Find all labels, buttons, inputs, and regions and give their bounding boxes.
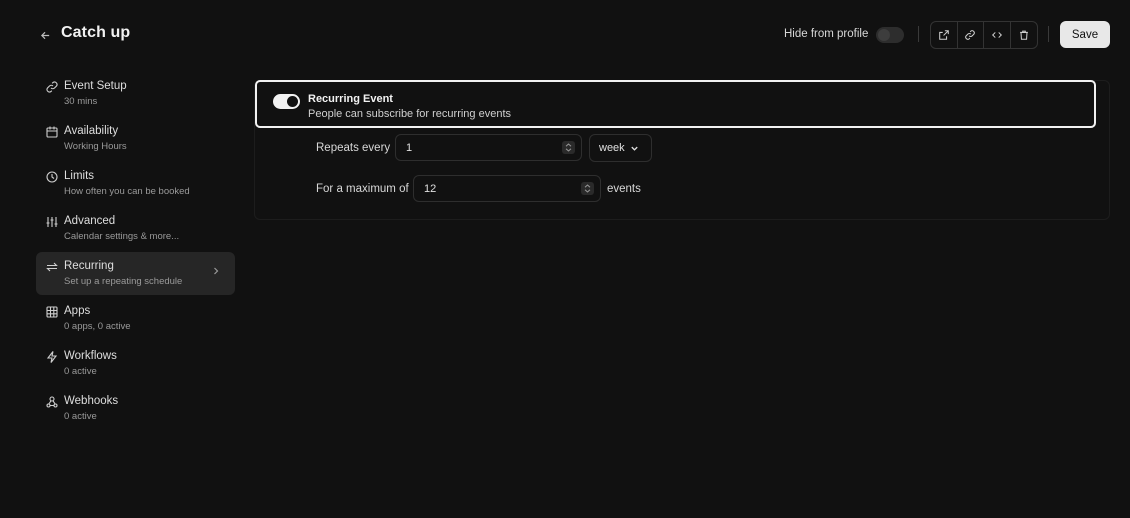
sidebar-item-subtitle: 30 mins bbox=[64, 96, 98, 107]
toggle-knob bbox=[287, 96, 298, 107]
recurring-event-toggle[interactable] bbox=[273, 94, 300, 109]
divider bbox=[1048, 26, 1049, 42]
sidebar-item-subtitle: Working Hours bbox=[64, 141, 127, 152]
sidebar-item-advanced[interactable]: Advanced Calendar settings & more... bbox=[36, 207, 235, 250]
repeats-every-value: 1 bbox=[406, 141, 413, 154]
sliders-icon bbox=[46, 217, 58, 227]
clock-icon bbox=[46, 171, 58, 183]
sidebar-item-subtitle: 0 active bbox=[64, 366, 97, 377]
arrow-left-icon bbox=[40, 31, 49, 39]
sidebar-item-availability[interactable]: Availability Working Hours bbox=[36, 117, 235, 160]
repeats-every-label: Repeats every bbox=[316, 142, 391, 154]
frequency-select[interactable]: week bbox=[589, 134, 652, 162]
sidebar-item-subtitle: 0 active bbox=[64, 411, 97, 422]
repeats-stepper[interactable] bbox=[562, 141, 575, 154]
sidebar: Event Setup 30 mins Availability Working… bbox=[36, 72, 235, 432]
chevron-down-icon bbox=[631, 146, 638, 151]
hide-from-profile-label: Hide from profile bbox=[784, 28, 869, 40]
zap-icon bbox=[46, 351, 58, 363]
hide-from-profile-toggle[interactable] bbox=[876, 27, 904, 43]
external-link-icon bbox=[938, 30, 949, 40]
page-title: Catch up bbox=[61, 24, 131, 41]
frequency-value: week bbox=[599, 142, 625, 154]
recurring-event-description: People can subscribe for recurring event… bbox=[308, 108, 511, 120]
sidebar-item-label: Workflows bbox=[64, 350, 117, 362]
sidebar-item-limits[interactable]: Limits How often you can be booked bbox=[36, 162, 235, 205]
divider bbox=[918, 26, 919, 42]
sidebar-item-workflows[interactable]: Workflows 0 active bbox=[36, 342, 235, 385]
sidebar-item-label: Advanced bbox=[64, 215, 116, 227]
maximum-events-value: 12 bbox=[424, 182, 437, 195]
save-button[interactable]: Save bbox=[1060, 21, 1110, 48]
sidebar-item-subtitle: How often you can be booked bbox=[64, 186, 190, 197]
trash-icon bbox=[1019, 30, 1028, 40]
sidebar-item-label: Webhooks bbox=[64, 395, 119, 407]
webhook-icon bbox=[46, 396, 58, 408]
embed-button[interactable] bbox=[984, 22, 1011, 48]
maximum-label: For a maximum of bbox=[316, 183, 409, 195]
sidebar-item-apps[interactable]: Apps 0 apps, 0 active bbox=[36, 297, 235, 340]
sidebar-item-event-setup[interactable]: Event Setup 30 mins bbox=[36, 72, 235, 115]
chevron-up-down-icon bbox=[584, 184, 591, 193]
sidebar-item-subtitle: 0 apps, 0 active bbox=[64, 321, 131, 332]
sidebar-item-subtitle: Calendar settings & more... bbox=[64, 231, 180, 242]
repeat-icon bbox=[46, 262, 58, 272]
grid-icon bbox=[46, 306, 58, 318]
copy-link-button[interactable] bbox=[958, 22, 984, 48]
sidebar-item-subtitle: Set up a repeating schedule bbox=[64, 276, 183, 287]
sidebar-item-label: Availability bbox=[64, 125, 119, 137]
sidebar-item-label: Recurring bbox=[64, 260, 114, 272]
chevron-up-down-icon bbox=[565, 143, 572, 152]
recurring-event-title: Recurring Event bbox=[308, 93, 393, 105]
events-label: events bbox=[607, 183, 641, 195]
code-icon bbox=[991, 32, 1002, 38]
recurring-event-card: Recurring Event People can subscribe for… bbox=[255, 80, 1096, 128]
link-icon bbox=[965, 30, 976, 40]
delete-button[interactable] bbox=[1011, 22, 1037, 48]
event-actions-group bbox=[930, 21, 1038, 49]
sidebar-item-recurring[interactable]: Recurring Set up a repeating schedule bbox=[36, 252, 235, 295]
chevron-right-icon bbox=[214, 267, 219, 275]
link-icon bbox=[46, 81, 58, 93]
sidebar-item-webhooks[interactable]: Webhooks 0 active bbox=[36, 387, 235, 430]
sidebar-item-label: Apps bbox=[64, 305, 91, 317]
preview-button[interactable] bbox=[931, 22, 958, 48]
toggle-knob bbox=[878, 29, 890, 41]
repeats-every-input[interactable]: 1 bbox=[395, 134, 582, 161]
back-button[interactable] bbox=[36, 26, 54, 44]
sidebar-item-label: Limits bbox=[64, 170, 95, 182]
calendar-icon bbox=[46, 126, 58, 138]
maximum-events-input[interactable]: 12 bbox=[413, 175, 601, 202]
maximum-stepper[interactable] bbox=[581, 182, 594, 195]
sidebar-item-label: Event Setup bbox=[64, 80, 127, 92]
